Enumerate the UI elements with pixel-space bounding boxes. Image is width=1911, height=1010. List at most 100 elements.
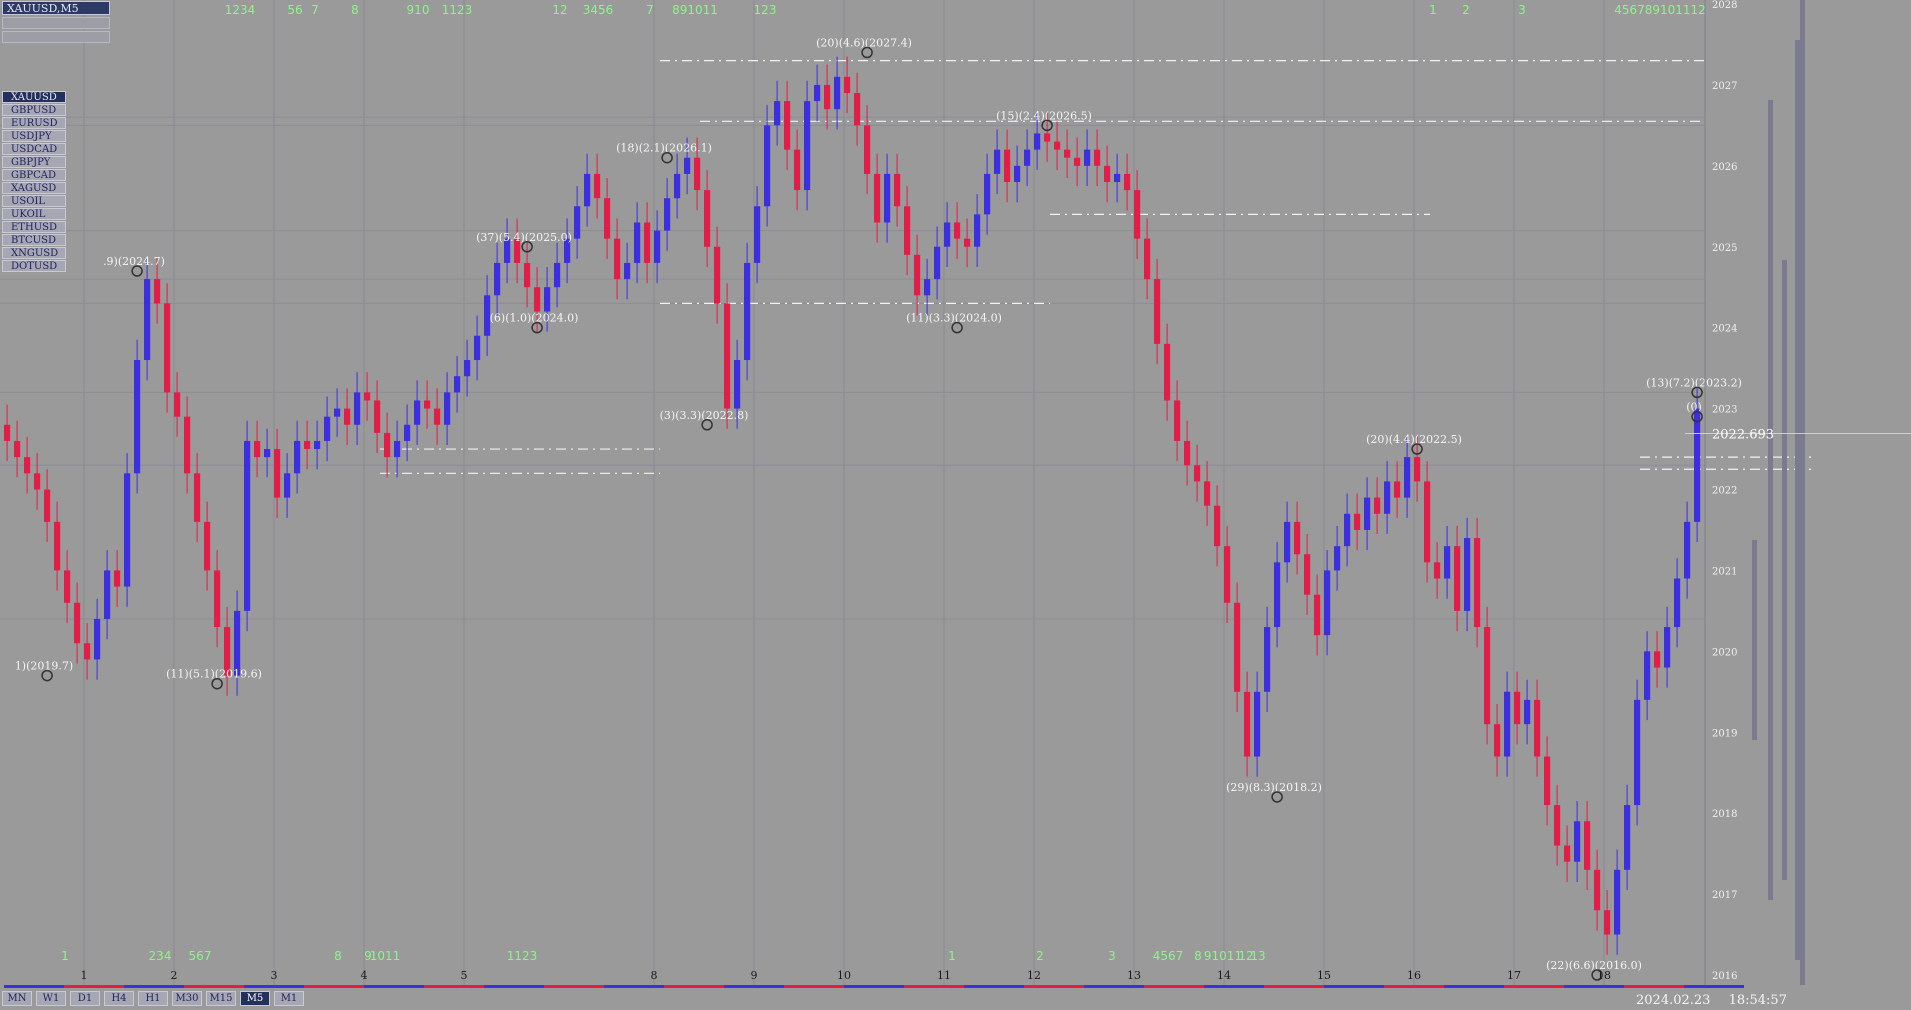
candle xyxy=(1334,546,1341,571)
symbol-ethusd[interactable]: ETHUSD xyxy=(2,221,66,233)
candle xyxy=(714,246,721,304)
price-annotation: .9)(2024.7) xyxy=(103,255,165,268)
candle xyxy=(254,440,261,458)
candle xyxy=(1314,594,1321,636)
candle xyxy=(964,238,971,247)
symbol-usdjpy[interactable]: USDJPY xyxy=(2,130,66,142)
timeframe-d1[interactable]: D1 xyxy=(70,991,100,1006)
status-datetime: 2024.02.23 18:54:57 xyxy=(1636,993,1801,1008)
timeframe-m5[interactable]: M5 xyxy=(240,991,270,1006)
candle xyxy=(1374,497,1381,514)
candle xyxy=(1674,578,1681,628)
panel-row xyxy=(2,31,110,43)
candle xyxy=(1074,157,1081,166)
symbol-dotusd[interactable]: DOTUSD xyxy=(2,260,66,272)
bottom-count: 1 xyxy=(948,949,956,963)
session-bar xyxy=(244,985,304,988)
candle xyxy=(354,392,361,425)
bottom-count: 3 xyxy=(1108,949,1116,963)
x-tick-label: 5 xyxy=(461,969,468,982)
candle xyxy=(94,618,101,660)
timeframe-m1[interactable]: M1 xyxy=(274,991,304,1006)
candle xyxy=(654,230,661,263)
candle xyxy=(1694,408,1701,522)
candle xyxy=(1004,149,1011,183)
price-annotation: (6)(1.0)(2024.0) xyxy=(490,312,579,325)
symbol-ukoil[interactable]: UKOIL xyxy=(2,208,66,220)
candle xyxy=(744,262,751,361)
timeframe-h1[interactable]: H1 xyxy=(138,991,168,1006)
candle xyxy=(634,222,641,263)
candle xyxy=(434,408,441,425)
symbol-gbpjpy[interactable]: GBPJPY xyxy=(2,156,66,168)
candle xyxy=(1034,133,1041,150)
candle xyxy=(174,392,181,417)
candle xyxy=(244,440,251,611)
top-count: 56 xyxy=(287,3,302,17)
bottom-count: 234 xyxy=(149,949,172,963)
symbol-xagusd[interactable]: XAGUSD xyxy=(2,182,66,194)
candle xyxy=(1344,513,1351,547)
timeframe-w1[interactable]: W1 xyxy=(36,991,66,1006)
candle xyxy=(1534,699,1541,757)
timeframe-m30[interactable]: M30 xyxy=(172,991,202,1006)
symbol-gbpcad[interactable]: GBPCAD xyxy=(2,169,66,181)
candle xyxy=(1144,238,1151,280)
candle xyxy=(1354,513,1361,530)
candle xyxy=(1184,440,1191,466)
candle xyxy=(1664,627,1671,668)
candle xyxy=(944,222,951,247)
candlestick-chart[interactable]: 1)(2019.7) .9)(2024.7) (11)(5.1)(2019.6) (3… xyxy=(0,0,1911,1010)
top-count: 456789101112 xyxy=(1614,3,1706,17)
candle xyxy=(1444,546,1451,579)
candle xyxy=(844,76,851,94)
top-count: 1 xyxy=(1429,3,1437,17)
symbol-gbpusd[interactable]: GBPUSD xyxy=(2,104,66,116)
candle xyxy=(604,198,611,239)
candle xyxy=(1044,133,1051,142)
candle xyxy=(1574,821,1581,862)
y-tick-label: 2024 xyxy=(1712,324,1737,335)
session-bar xyxy=(1204,985,1264,988)
price-axis: 2028 2027 2026 2025 2024 2023 2022 2021 2020 2019… xyxy=(1704,0,1737,985)
candle xyxy=(1414,457,1421,482)
price-annotation: (3)(3.3)(2022.8) xyxy=(660,409,749,422)
candle xyxy=(364,392,371,401)
candle xyxy=(1584,821,1591,870)
timeframe-h4[interactable]: H4 xyxy=(104,991,134,1006)
candle xyxy=(1524,699,1531,725)
session-bar xyxy=(1564,985,1624,988)
candle xyxy=(1194,465,1201,482)
candle xyxy=(1484,627,1491,725)
session-bar xyxy=(844,985,904,988)
symbol-xauusd[interactable]: XAUUSD xyxy=(2,91,66,103)
timeframe-m15[interactable]: M15 xyxy=(206,991,236,1006)
candle xyxy=(1094,149,1101,166)
session-bar xyxy=(1024,985,1084,988)
candle xyxy=(284,473,291,498)
candle xyxy=(1084,149,1091,166)
timeframe-mn[interactable]: MN xyxy=(2,991,32,1006)
candle xyxy=(664,198,671,231)
x-tick-label: 2 xyxy=(171,969,178,982)
candle xyxy=(1494,724,1501,757)
candle xyxy=(694,157,701,191)
candle xyxy=(974,214,981,247)
symbol-eurusd[interactable]: EURUSD xyxy=(2,117,66,129)
timeframe-bar: MN W1 D1 H4 H1 M30 M15 M5 M1 xyxy=(2,991,308,1008)
session-bar xyxy=(304,985,364,988)
candle xyxy=(384,432,391,458)
candle xyxy=(294,440,301,474)
volume-bar xyxy=(1752,540,1757,740)
candle xyxy=(114,570,121,587)
symbol-btcusd[interactable]: BTCUSD xyxy=(2,234,66,246)
candle xyxy=(84,643,91,660)
symbol-usdcad[interactable]: USDCAD xyxy=(2,143,66,155)
session-bar xyxy=(1324,985,1384,988)
symbol-xngusd[interactable]: XNGUSD xyxy=(2,247,66,259)
symbol-usoil[interactable]: USOIL xyxy=(2,195,66,207)
y-tick-label: 2016 xyxy=(1712,971,1737,982)
candle xyxy=(644,222,651,263)
candle xyxy=(524,262,531,288)
bottom-count: 13 xyxy=(1250,949,1265,963)
